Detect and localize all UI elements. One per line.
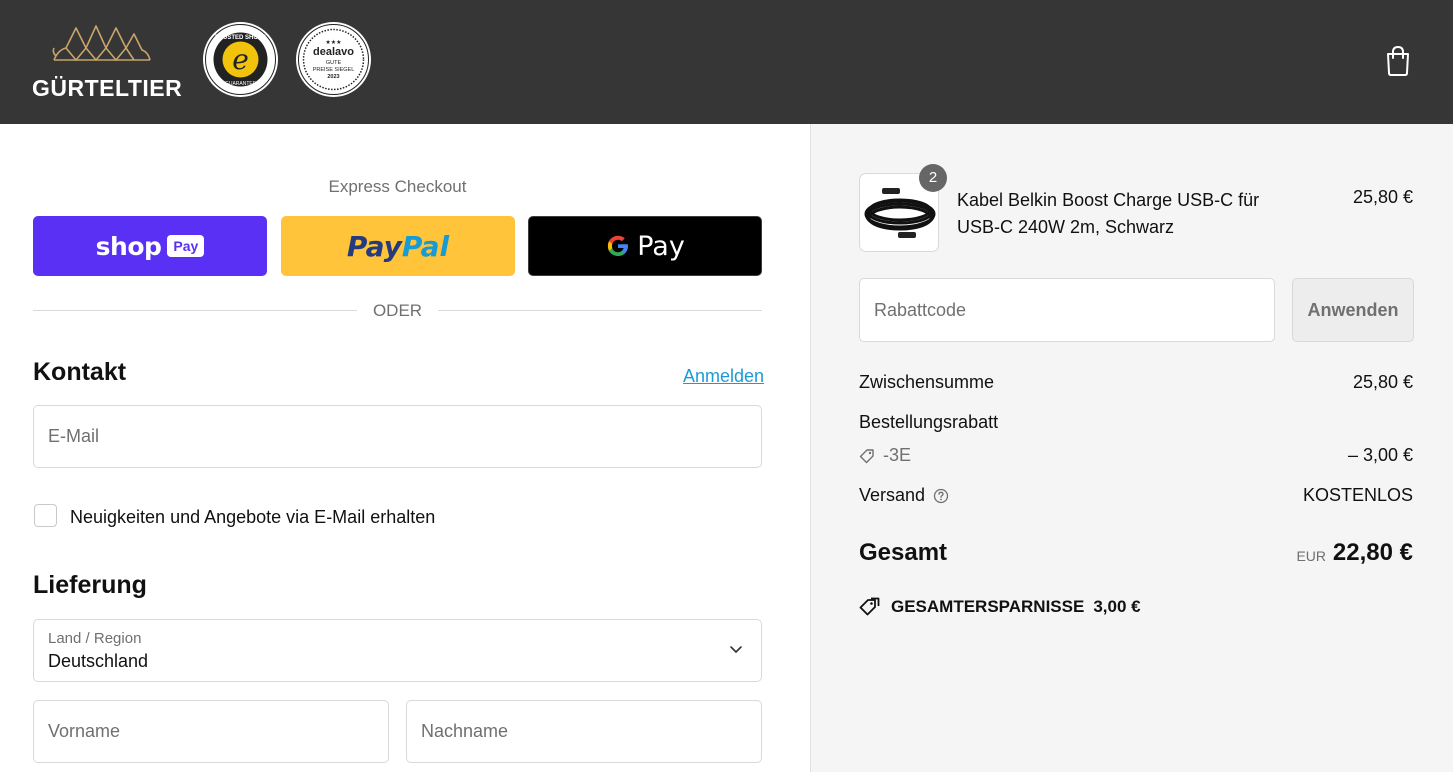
quantity-badge: 2 [919, 164, 947, 192]
email-field[interactable] [33, 405, 762, 468]
country-select-value: Deutschland [48, 651, 149, 671]
shop-pay-button[interactable]: shop Pay [33, 216, 267, 276]
svg-text:GUARANTEE: GUARANTEE [225, 81, 257, 87]
first-name-field[interactable] [33, 700, 389, 763]
login-link[interactable]: Anmelden [683, 366, 764, 387]
cart-button[interactable] [1384, 45, 1412, 77]
discount-code-tag: -3E [859, 445, 911, 466]
shopping-bag-icon [1387, 45, 1409, 76]
apply-discount-button[interactable]: Anwenden [1292, 278, 1414, 342]
subtotal-label: Zwischensumme [859, 372, 995, 392]
paypal-logo: PayPal [346, 229, 450, 263]
shop-pay-logo: shop [95, 231, 162, 261]
svg-text:★★★: ★★★ [325, 39, 341, 46]
header-bar: GÜRTELTIER e TRUSTED SHOPS GUARANTEE ★★★… [0, 0, 1453, 124]
armadillo-logo-icon [52, 25, 151, 61]
google-g-icon [608, 235, 629, 256]
country-select[interactable]: Land / Region Deutschland [33, 619, 762, 682]
dealavo-badge[interactable]: ★★★ dealavo GUTE PREISE SIEGEL 2023 [296, 22, 371, 97]
last-name-field[interactable] [406, 700, 762, 763]
svg-text:dealavo: dealavo [313, 46, 354, 58]
or-divider-label: ODER [372, 301, 423, 320]
total-value: 22,80 € [1332, 539, 1413, 566]
trusted-shops-badge[interactable]: e TRUSTED SHOPS GUARANTEE [203, 22, 278, 97]
discount-value: – 3,00 € [1347, 445, 1413, 465]
shipping-row: Versand [859, 485, 949, 506]
newsletter-label[interactable]: Neuigkeiten und Angebote via E-Mail erha… [70, 507, 435, 528]
brand-logo[interactable]: GÜRTELTIER [32, 20, 182, 101]
product-name: Kabel Belkin Boost Charge USB-C für USB-… [957, 190, 1260, 237]
order-summary: 2 Kabel Belkin Boost Charge USB-C für US… [810, 124, 1453, 772]
brand-name: GÜRTELTIER [32, 75, 183, 101]
order-discount-label: Bestellungsrabatt [859, 412, 999, 432]
google-pay-label: Pay [637, 230, 685, 262]
savings-label: GESAMTERSPARNISSE [891, 597, 1085, 616]
svg-text:GUTE: GUTE [326, 60, 342, 66]
google-pay-button[interactable]: Pay [528, 216, 762, 276]
discount-code-field[interactable] [859, 278, 1275, 342]
delivery-heading: Lieferung [33, 571, 147, 599]
savings-tag-icon [859, 597, 880, 616]
savings-value: 3,00 € [1093, 597, 1141, 616]
newsletter-checkbox[interactable] [34, 504, 57, 527]
express-checkout-title: Express Checkout [328, 177, 467, 196]
chevron-down-icon [730, 646, 742, 653]
svg-text:PREISE SIEGEL: PREISE SIEGEL [313, 67, 355, 73]
shipping-label: Versand [859, 485, 926, 505]
total-label: Gesamt [859, 539, 948, 566]
svg-text:TRUSTED SHOPS: TRUSTED SHOPS [215, 35, 266, 41]
subtotal-value: 25,80 € [1352, 372, 1413, 392]
paypal-button[interactable]: PayPal [281, 216, 515, 276]
checkout-form: Express Checkout shop Pay PayPal Pay ODE… [0, 124, 810, 772]
shipping-value: KOSTENLOS [1302, 485, 1413, 505]
divider-right [438, 310, 762, 311]
total-currency: EUR [1296, 548, 1326, 564]
country-select-label: Land / Region [48, 630, 142, 647]
svg-text:2023: 2023 [327, 74, 339, 80]
shop-pay-pill: Pay [167, 235, 205, 257]
divider-left [33, 310, 357, 311]
contact-heading: Kontakt [33, 358, 127, 386]
trusted-shops-seal-icon: e TRUSTED SHOPS GUARANTEE [205, 24, 276, 95]
discount-code-text: -3E [883, 445, 912, 465]
product-price: 25,80 € [1352, 187, 1413, 207]
svg-text:e: e [232, 43, 249, 76]
dealavo-seal-icon: ★★★ dealavo GUTE PREISE SIEGEL 2023 [298, 24, 369, 95]
tag-icon [859, 448, 874, 463]
total-savings: GESAMTERSPARNISSE 3,00 € [859, 597, 1141, 617]
help-circle-icon[interactable] [933, 488, 949, 504]
